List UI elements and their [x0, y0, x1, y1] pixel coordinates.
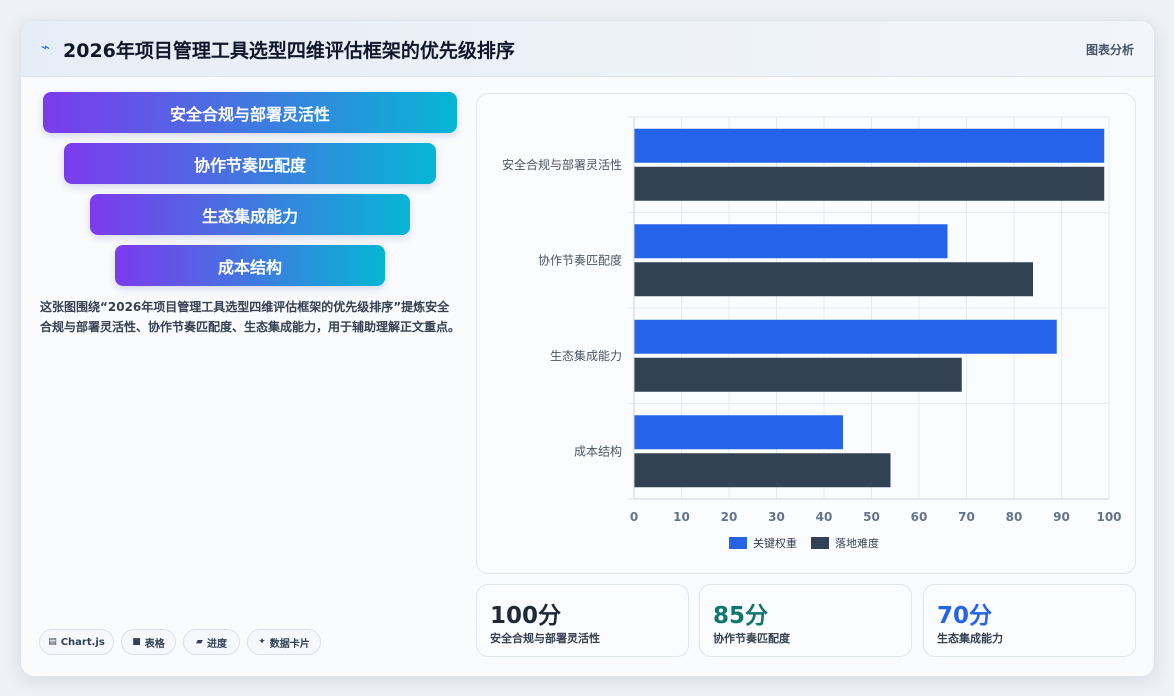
stat-value: 100分 [490, 603, 562, 629]
bar-series-2 [634, 357, 962, 392]
trend-icon: ⌁ [41, 38, 51, 56]
chart-panel: 安全合规与部署灵活性协作节奏匹配度生态集成能力成本结构 0 10 20 30 40 50 60… [476, 93, 1136, 574]
legend-swatch [729, 537, 747, 549]
x-tick-label: 10 [673, 510, 690, 524]
stat-label: 生态集成能力 [937, 632, 1003, 645]
header: ⌁ 2026年项目管理工具选型四维评估框架的优先级排序 图表分析 [21, 21, 1154, 77]
chart-description: 这张图围绕“2026年项目管理工具选型四维评估框架的优先级排序”提炼安全合规与部… [40, 300, 461, 334]
legend-swatch [811, 537, 829, 549]
chip-label: 表格 [144, 638, 165, 650]
x-tick-label: 0 [630, 510, 638, 524]
chip-data-card[interactable]: ✦ 数据卡片 [247, 629, 321, 655]
progress-icon: ▰ [196, 637, 203, 647]
funnel-level-1: 安全合规与部署灵活性 [43, 92, 457, 133]
category-label: 安全合规与部署灵活性 [502, 157, 622, 172]
page-title: 2026年项目管理工具选型四维评估框架的优先级排序 [63, 40, 515, 62]
stat-label: 安全合规与部署灵活性 [490, 632, 600, 645]
x-tick-label: 40 [816, 510, 833, 524]
chip-table[interactable]: ■ 表格 [121, 629, 176, 655]
stat-card-2: 85分 协作节奏匹配度 [699, 584, 912, 657]
chip-chartjs[interactable]: ▤ Chart.js [39, 629, 114, 655]
stat-card-3: 70分 生态集成能力 [923, 584, 1136, 657]
x-tick-label: 80 [1006, 510, 1023, 524]
x-tick-label: 60 [911, 510, 928, 524]
stat-value: 70分 [937, 603, 993, 629]
bar-series-1 [634, 415, 843, 450]
x-tick-label: 100 [1096, 510, 1121, 524]
legend-label: 落地难度 [835, 536, 879, 550]
table-icon: ■ [132, 637, 141, 647]
chip-label: Chart.js [60, 636, 105, 648]
bar-series-2 [634, 453, 891, 488]
chart-analysis-tag: 图表分析 [1085, 43, 1134, 57]
stat-label: 协作节奏匹配度 [713, 632, 790, 645]
x-tick-label: 30 [768, 510, 785, 524]
bar-series-1 [634, 224, 948, 259]
chart-icon: ▤ [48, 637, 57, 647]
chip-progress[interactable]: ▰ 进度 [183, 629, 240, 655]
x-tick-label: 90 [1053, 510, 1070, 524]
bar-chart: 安全合规与部署灵活性协作节奏匹配度生态集成能力成本结构 0 10 20 30 40 50 60… [502, 116, 1122, 550]
legend-label: 关键权重 [753, 536, 797, 550]
x-tick-label: 70 [958, 510, 975, 524]
sparkle-icon: ✦ [258, 637, 266, 647]
funnel-level-3: 生态集成能力 [90, 194, 410, 235]
chip-label: 数据卡片 [269, 638, 310, 650]
bar-series-2 [634, 262, 1033, 297]
funnel-level-4: 成本结构 [115, 245, 385, 286]
x-tick-label: 20 [721, 510, 738, 524]
stat-card-1: 100分 安全合规与部署灵活性 [476, 584, 689, 657]
category-label: 生态集成能力 [550, 348, 622, 363]
category-label: 协作节奏匹配度 [538, 252, 622, 267]
bar-series-1 [634, 319, 1057, 354]
dashboard-card: ⌁ 2026年项目管理工具选型四维评估框架的优先级排序 图表分析 安全合规与部署… [20, 20, 1155, 677]
funnel-level-2: 协作节奏匹配度 [64, 143, 436, 184]
bar-series-1 [634, 128, 1105, 163]
stat-value: 85分 [713, 603, 769, 629]
bar-series-2 [634, 166, 1105, 201]
x-tick-label: 50 [863, 510, 880, 524]
chip-label: 进度 [206, 638, 227, 650]
category-label: 成本结构 [574, 443, 622, 458]
